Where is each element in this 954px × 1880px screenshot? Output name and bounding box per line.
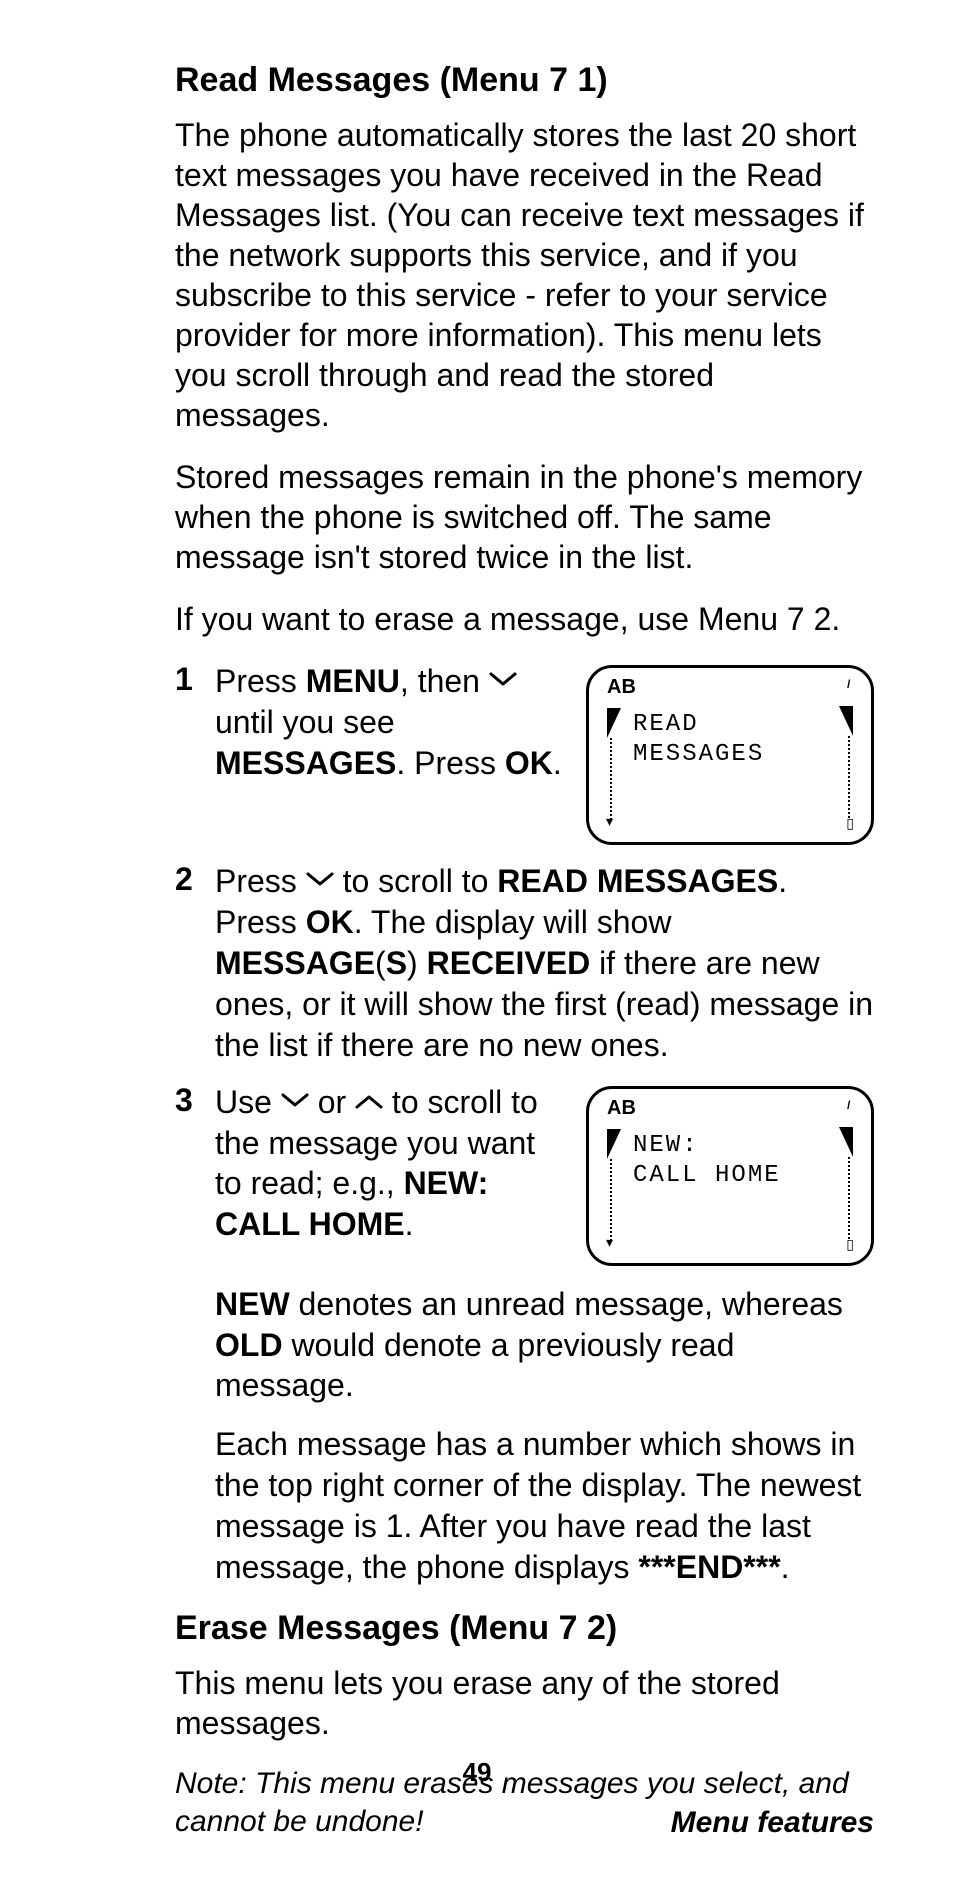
lcd-ab-indicator: AB: [607, 676, 636, 699]
footer-section-label: Menu features: [671, 1806, 874, 1840]
lcd-ab-indicator: AB: [607, 1097, 636, 1120]
phone-display-illustration: AB ▾ ı▯ NEW: CALL HOME: [586, 1086, 874, 1266]
section-heading-read-messages: Read Messages (Menu 7 1): [175, 60, 874, 101]
step-item: 1 Press MENU, then until you see MESSAGE…: [175, 661, 874, 845]
step-number: 3: [175, 1082, 215, 1119]
chevron-down-icon: [281, 1093, 309, 1109]
section-heading-erase-messages: Erase Messages (Menu 7 2): [175, 1608, 874, 1649]
chevron-down-icon: [489, 672, 517, 688]
battery-icon: ı▯: [839, 1097, 853, 1249]
paragraph: Stored messages remain in the phone's me…: [175, 457, 874, 577]
signal-strength-icon: ▾: [607, 1129, 621, 1247]
paragraph: If you want to erase a message, use Menu…: [175, 599, 874, 639]
paragraph: This menu lets you erase any of the stor…: [175, 1663, 874, 1743]
step-number: 1: [175, 661, 215, 698]
step-number: 2: [175, 861, 215, 898]
steps-list: 1 Press MENU, then until you see MESSAGE…: [175, 661, 874, 1588]
page-number: 49: [0, 1757, 954, 1788]
step-text: Press MENU, then until you see MESSAGES.…: [215, 661, 568, 784]
step-text: Use or to scroll to the message you want…: [215, 1082, 568, 1246]
battery-icon: ı▯: [839, 676, 853, 828]
chevron-up-icon: [355, 1093, 383, 1109]
manual-page: Read Messages (Menu 7 1) The phone autom…: [0, 0, 954, 1880]
step-text: NEW denotes an unread message, whereas O…: [215, 1284, 874, 1589]
step-text: Press to scroll to READ MESSAGES. Press …: [215, 861, 874, 1066]
lcd-text: READ MESSAGES: [633, 710, 837, 770]
signal-strength-icon: ▾: [607, 708, 621, 826]
chevron-down-icon: [306, 872, 334, 888]
lcd-text: NEW: CALL HOME: [633, 1131, 837, 1191]
phone-display-illustration: AB ▾ ı▯ READ MESSAGES: [586, 665, 874, 845]
step-item: 3 Use or to scroll to the message you wa…: [175, 1082, 874, 1589]
step-item: 2 Press to scroll to READ MESSAGES. Pres…: [175, 861, 874, 1066]
paragraph: The phone automatically stores the last …: [175, 115, 874, 435]
